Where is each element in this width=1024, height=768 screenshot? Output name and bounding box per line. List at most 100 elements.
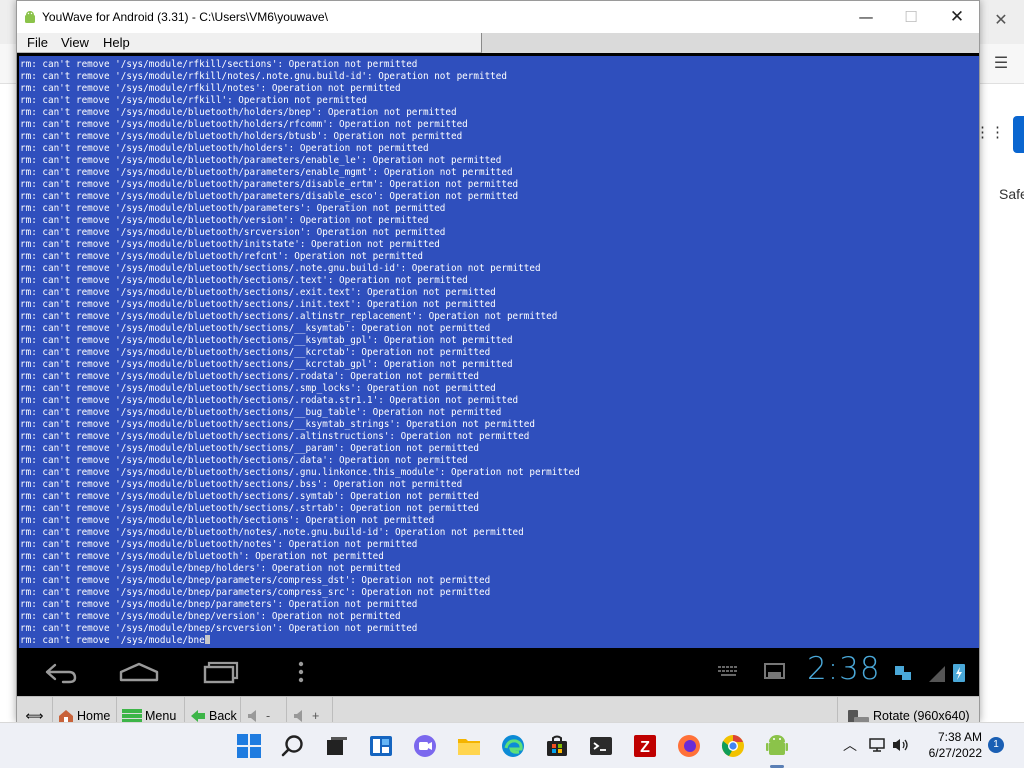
volume-up-label: + <box>312 708 320 723</box>
youwave-taskbar-icon[interactable] <box>764 733 790 759</box>
terminal-line: rm: can't remove '/sys/module/rfkill/sec… <box>20 59 418 70</box>
resize-arrows-button[interactable]: ⟺ <box>17 697 53 724</box>
terminal-line: rm: can't remove '/sys/module/bluetooth'… <box>20 551 384 562</box>
menu-file[interactable]: File <box>27 35 48 50</box>
terminal-output[interactable]: rm: can't remove '/sys/module/rfkill/sec… <box>19 56 979 648</box>
android-nav-bar: 2:38 <box>19 648 979 696</box>
terminal-line: rm: can't remove '/sys/module/bnep/versi… <box>20 611 401 622</box>
terminal-line: rm: can't remove '/sys/module/bluetooth/… <box>20 455 468 466</box>
terminal-line: rm: can't remove '/sys/module/bnep/srcve… <box>20 623 418 634</box>
notification-badge[interactable]: 1 <box>988 737 1004 753</box>
terminal-line: rm: can't remove '/sys/module/rfkill/not… <box>20 83 401 94</box>
terminal-line: rm: can't remove '/sys/module/bluetooth/… <box>20 155 502 166</box>
back-icon[interactable] <box>39 658 83 686</box>
volume-icon[interactable] <box>892 737 910 753</box>
menu-help[interactable]: Help <box>103 35 130 50</box>
menu-label: Menu <box>145 708 177 723</box>
rotate-label: Rotate (960x640) <box>873 708 970 723</box>
back-button[interactable]: Back <box>187 697 241 724</box>
terminal-line: rm: can't remove '/sys/module/bluetooth/… <box>20 515 435 526</box>
terminal-line: rm: can't remove '/sys/module/bluetooth/… <box>20 143 429 154</box>
wifi-signal-icon <box>929 666 945 682</box>
background-tab-text: Safe <box>999 186 1024 202</box>
terminal-icon[interactable] <box>588 733 614 759</box>
start-icon[interactable] <box>236 733 262 759</box>
terminal-line: rm: can't remove '/sys/module/bluetooth/… <box>20 299 496 310</box>
terminal-line: rm: can't remove '/sys/module/rfkill/not… <box>20 71 507 82</box>
screen-icon[interactable] <box>763 662 787 682</box>
terminal-line: rm: can't remove '/sys/module/bnep/param… <box>20 575 491 586</box>
terminal-line: rm: can't remove '/sys/module/bluetooth/… <box>20 167 513 178</box>
background-menu-icon[interactable]: ☰ <box>988 52 1014 76</box>
background-close-icon[interactable]: ✕ <box>988 8 1014 34</box>
taskbar-time[interactable]: 7:38 AM <box>928 730 982 744</box>
terminal-line: rm: can't remove '/sys/module/bluetooth/… <box>20 323 491 334</box>
filezilla-icon[interactable]: Z <box>632 733 658 759</box>
overflow-icon[interactable] <box>291 658 311 686</box>
terminal-line: rm: can't remove '/sys/module/bluetooth/… <box>20 203 446 214</box>
terminal-line: rm: can't remove '/sys/module/bnep/param… <box>20 599 418 610</box>
home-icon[interactable] <box>117 658 161 686</box>
widgets-icon[interactable] <box>368 733 394 759</box>
background-blue-button[interactable] <box>1013 116 1024 153</box>
file-explorer-icon[interactable] <box>456 733 482 759</box>
terminal-line: rm: can't remove '/sys/module/bluetooth/… <box>20 335 513 346</box>
resize-arrows-icon: ⟺ <box>25 709 44 723</box>
terminal-line: rm: can't remove '/sys/module/bluetooth/… <box>20 191 519 202</box>
maximize-button[interactable]: ☐ <box>888 1 934 33</box>
store-icon[interactable] <box>544 733 570 759</box>
terminal-line: rm: can't remove '/sys/module/bluetooth/… <box>20 539 418 550</box>
rotate-button[interactable]: Rotate (960x640) <box>837 697 979 724</box>
terminal-line: rm: can't remove '/sys/module/bluetooth/… <box>20 431 530 442</box>
speaker-icon <box>248 709 256 722</box>
recents-icon[interactable] <box>199 658 243 686</box>
terminal-line: rm: can't remove '/sys/module/bne <box>20 635 210 647</box>
terminal-line: rm: can't remove '/sys/module/bnep/holde… <box>20 563 401 574</box>
show-hidden-icons-chevron-icon[interactable]: ︿ <box>842 735 858 755</box>
terminal-line: rm: can't remove '/sys/module/bluetooth/… <box>20 287 496 298</box>
network-icon[interactable] <box>868 737 886 753</box>
minimize-button[interactable]: — <box>843 1 889 33</box>
terminal-line: rm: can't remove '/sys/module/bluetooth/… <box>20 179 519 190</box>
search-icon[interactable] <box>280 733 306 759</box>
windows-taskbar: Z ︿ 7:38 AM 6/27/2022 1 <box>0 722 1024 768</box>
terminal-line: rm: can't remove '/sys/module/bluetooth/… <box>20 491 479 502</box>
android-clock: 2:38 <box>807 651 881 687</box>
terminal-line: rm: can't remove '/sys/module/bluetooth/… <box>20 419 535 430</box>
title-bar[interactable]: YouWave for Android (3.31) - C:\Users\VM… <box>17 1 979 33</box>
terminal-line: rm: can't remove '/sys/module/bluetooth/… <box>20 359 513 370</box>
terminal-line: rm: can't remove '/sys/module/bluetooth/… <box>20 467 580 478</box>
home-button[interactable]: Home <box>55 697 117 724</box>
terminal-line: rm: can't remove '/sys/module/bluetooth/… <box>20 239 440 250</box>
task-view-icon[interactable] <box>324 733 350 759</box>
speaker-icon <box>294 709 302 722</box>
menu-button[interactable]: Menu <box>119 697 185 724</box>
terminal-line: rm: can't remove '/sys/module/bluetooth/… <box>20 527 524 538</box>
terminal-cursor <box>204 635 210 644</box>
terminal-line: rm: can't remove '/sys/module/bluetooth/… <box>20 263 541 274</box>
terminal-line: rm: can't remove '/sys/module/bluetooth/… <box>20 107 457 118</box>
house-icon <box>59 709 73 722</box>
chrome-icon[interactable] <box>720 733 746 759</box>
edge-icon[interactable] <box>500 733 526 759</box>
terminal-line: rm: can't remove '/sys/module/bluetooth/… <box>20 119 468 130</box>
taskbar-date[interactable]: 6/27/2022 <box>922 746 982 760</box>
back-arrow-icon <box>191 709 205 722</box>
volume-down-button[interactable]: - <box>243 697 287 724</box>
volume-up-button[interactable]: + <box>289 697 333 724</box>
menu-view[interactable]: View <box>61 35 89 50</box>
youwave-window: YouWave for Android (3.31) - C:\Users\VM… <box>16 0 980 724</box>
svg-text:Z: Z <box>640 739 650 756</box>
terminal-line: rm: can't remove '/sys/module/bluetooth/… <box>20 347 491 358</box>
close-button[interactable]: ✕ <box>934 1 980 33</box>
firefox-icon[interactable] <box>676 733 702 759</box>
terminal-line: rm: can't remove '/sys/module/bluetooth/… <box>20 131 463 142</box>
youwave-toolbar: ⟺ Home Menu Back - + Rotate (960x640) <box>17 696 979 724</box>
keyboard-icon[interactable] <box>717 662 741 682</box>
status-icons <box>895 664 965 682</box>
menu-bars-icon <box>122 708 142 723</box>
terminal-line: rm: can't remove '/sys/module/bluetooth/… <box>20 251 423 262</box>
teams-chat-icon[interactable] <box>412 733 438 759</box>
terminal-line: rm: can't remove '/sys/module/bluetooth/… <box>20 215 429 226</box>
menu-bar: File View Help <box>17 33 979 53</box>
